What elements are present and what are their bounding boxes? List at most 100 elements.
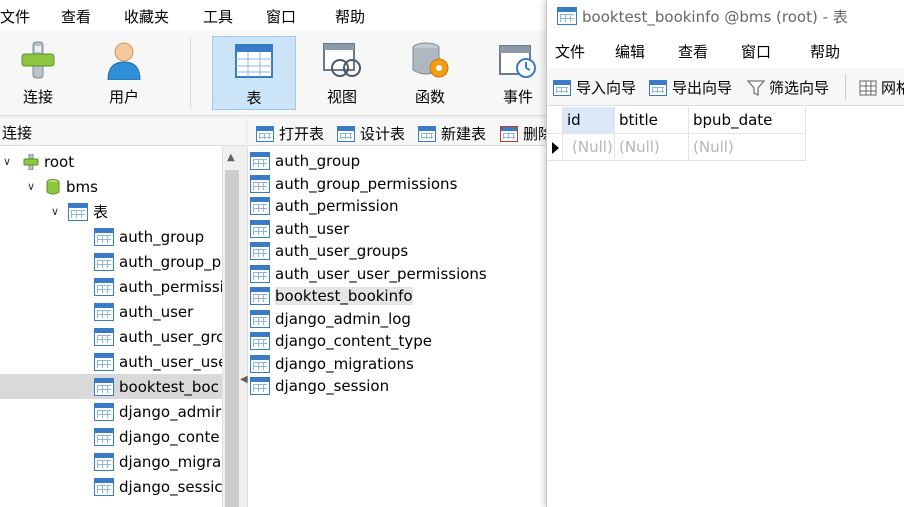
import-wizard-button[interactable]: 导入向导 bbox=[553, 77, 636, 98]
tree-scrollbar[interactable]: ▲ bbox=[222, 146, 240, 507]
menu-view[interactable]: 查看 bbox=[61, 6, 91, 27]
new-table-button[interactable]: 新建表 bbox=[418, 123, 486, 144]
tree-item-label: auth_group bbox=[119, 227, 205, 246]
tw-menu-view[interactable]: 查看 bbox=[678, 41, 708, 62]
chevron-up-icon[interactable]: ▲ bbox=[227, 152, 235, 163]
object-list-label: booktest_bookinfo bbox=[275, 287, 413, 305]
toolbar-view-label: 视图 bbox=[326, 88, 357, 106]
chevron-down-icon[interactable]: ∨ bbox=[0, 155, 14, 168]
tree-item-tables[interactable]: ∨ 表 bbox=[0, 199, 222, 224]
tree-item-label: auth_user_grc bbox=[119, 327, 222, 346]
tree-item-label: django_admir bbox=[119, 402, 222, 421]
grid-view-button[interactable]: 网格 bbox=[859, 77, 904, 98]
grid-cell[interactable]: (Null) bbox=[563, 134, 615, 161]
tree-item-root[interactable]: ∨ root bbox=[0, 149, 222, 174]
row-pointer-icon bbox=[552, 142, 559, 154]
object-list-label: auth_user bbox=[275, 219, 350, 238]
tree-table-item[interactable]: auth_group_p bbox=[0, 249, 222, 274]
object-list-item[interactable]: auth_user_groups bbox=[250, 240, 408, 262]
toolbar-view-button[interactable]: 视图 bbox=[300, 36, 384, 110]
toolbar-user-button[interactable]: 用户 bbox=[82, 36, 166, 110]
menu-help[interactable]: 帮助 bbox=[335, 6, 365, 27]
chevron-left-icon[interactable]: ◀ bbox=[240, 374, 248, 385]
object-list-label: django_admin_log bbox=[275, 309, 411, 328]
panel-splitter[interactable]: ◀ bbox=[240, 146, 248, 507]
object-list-item[interactable]: django_content_type bbox=[250, 330, 432, 352]
tree-table-item[interactable]: django_sessic bbox=[0, 474, 222, 499]
function-icon bbox=[408, 40, 452, 80]
table-icon bbox=[250, 354, 270, 373]
tree-table-item[interactable]: auth_user bbox=[0, 299, 222, 324]
object-list: auth_group auth_group_permissions auth_p… bbox=[248, 146, 546, 507]
grid-cell[interactable]: (Null) bbox=[689, 134, 806, 161]
table-icon bbox=[94, 252, 114, 271]
menu-tools[interactable]: 工具 bbox=[203, 6, 233, 27]
table-window-titlebar[interactable]: booktest_bookinfo @bms (root) - 表 bbox=[547, 0, 904, 32]
object-list-label: django_content_type bbox=[275, 332, 433, 350]
table-icon bbox=[250, 287, 270, 305]
main-toolbar: 连接 用户 表 视图 函数 事件 bbox=[0, 30, 546, 116]
tree-table-item[interactable]: django_admir bbox=[0, 399, 222, 424]
tw-menu-help[interactable]: 帮助 bbox=[810, 41, 840, 62]
object-list-item[interactable]: django_session bbox=[250, 375, 389, 397]
tw-menu-window[interactable]: 窗口 bbox=[741, 41, 771, 62]
tree-item-label: booktest_boc bbox=[119, 377, 219, 396]
open-table-button[interactable]: 打开表 bbox=[256, 123, 324, 144]
tree-table-item[interactable]: auth_user_use bbox=[0, 349, 222, 374]
grid-header-corner bbox=[547, 107, 563, 134]
column-header-btitle[interactable]: btitle bbox=[615, 107, 689, 134]
connection-icon bbox=[16, 40, 60, 80]
tree-item-label: 表 bbox=[93, 203, 109, 221]
object-list-item[interactable]: django_migrations bbox=[250, 353, 414, 375]
object-list-item[interactable]: django_admin_log bbox=[250, 308, 411, 330]
table-icon bbox=[250, 219, 270, 238]
menu-window[interactable]: 窗口 bbox=[266, 6, 296, 27]
grid-cell[interactable]: (Null) bbox=[615, 134, 689, 161]
table-icon bbox=[250, 152, 270, 170]
filter-wizard-button[interactable]: 筛选向导 bbox=[746, 77, 830, 98]
user-icon bbox=[102, 40, 146, 81]
export-wizard-button[interactable]: 导出向导 bbox=[649, 77, 732, 98]
tw-menu-edit[interactable]: 编辑 bbox=[615, 41, 645, 62]
tree-table-item[interactable]: auth_group bbox=[0, 224, 222, 249]
menu-favorites[interactable]: 收藏夹 bbox=[124, 6, 169, 27]
tree-item-label: auth_user_use bbox=[119, 352, 222, 371]
table-icon bbox=[94, 477, 114, 496]
table-icon bbox=[250, 377, 270, 395]
delete-table-button[interactable]: 删除 bbox=[500, 123, 546, 144]
tree-item-bms[interactable]: ∨ bms bbox=[0, 174, 222, 199]
filter-wizard-label: 筛选向导 bbox=[769, 79, 830, 97]
tree-table-item-selected[interactable]: booktest_boc bbox=[0, 374, 222, 399]
grid-icon bbox=[859, 80, 877, 96]
tree-table-item[interactable]: django_migra bbox=[0, 449, 222, 474]
toolbar-user-label: 用户 bbox=[108, 88, 139, 106]
tw-menu-file[interactable]: 文件 bbox=[555, 41, 585, 62]
toolbar-table-button[interactable]: 表 bbox=[212, 36, 296, 110]
object-list-label: auth_group bbox=[275, 152, 361, 170]
chevron-down-icon[interactable]: ∨ bbox=[24, 180, 38, 193]
table-icon bbox=[94, 452, 114, 471]
chevron-down-icon[interactable]: ∨ bbox=[48, 205, 62, 218]
table-icon bbox=[557, 7, 577, 25]
column-header-bpub-date[interactable]: bpub_date bbox=[689, 107, 806, 134]
object-list-item[interactable]: auth_group bbox=[250, 150, 360, 172]
toolbar-function-button[interactable]: 函数 bbox=[388, 36, 472, 110]
tree-table-item[interactable]: django_conte bbox=[0, 424, 222, 449]
tree-scrollbar-thumb[interactable] bbox=[225, 170, 239, 507]
design-table-icon bbox=[337, 125, 355, 142]
table-icon bbox=[250, 242, 270, 260]
object-list-item[interactable]: auth_user bbox=[250, 218, 349, 240]
object-list-item[interactable]: auth_group_permissions bbox=[250, 173, 457, 195]
design-table-button[interactable]: 设计表 bbox=[337, 123, 405, 144]
object-list-item-selected[interactable]: booktest_bookinfo bbox=[250, 285, 413, 307]
table-icon bbox=[94, 227, 114, 246]
tree-table-item[interactable]: auth_permissi bbox=[0, 274, 222, 299]
column-header-id[interactable]: id bbox=[563, 107, 615, 134]
menu-file[interactable]: 文件 bbox=[0, 6, 30, 27]
current-row-indicator[interactable] bbox=[547, 134, 563, 161]
object-list-item[interactable]: auth_permission bbox=[250, 195, 399, 217]
toolbar-connection-button[interactable]: 连接 bbox=[0, 36, 80, 110]
data-grid: id btitle bpub_date (Null) (Null) (Null) bbox=[547, 107, 904, 507]
tree-table-item[interactable]: auth_user_grc bbox=[0, 324, 222, 349]
object-list-item[interactable]: auth_user_user_permissions bbox=[250, 263, 487, 285]
